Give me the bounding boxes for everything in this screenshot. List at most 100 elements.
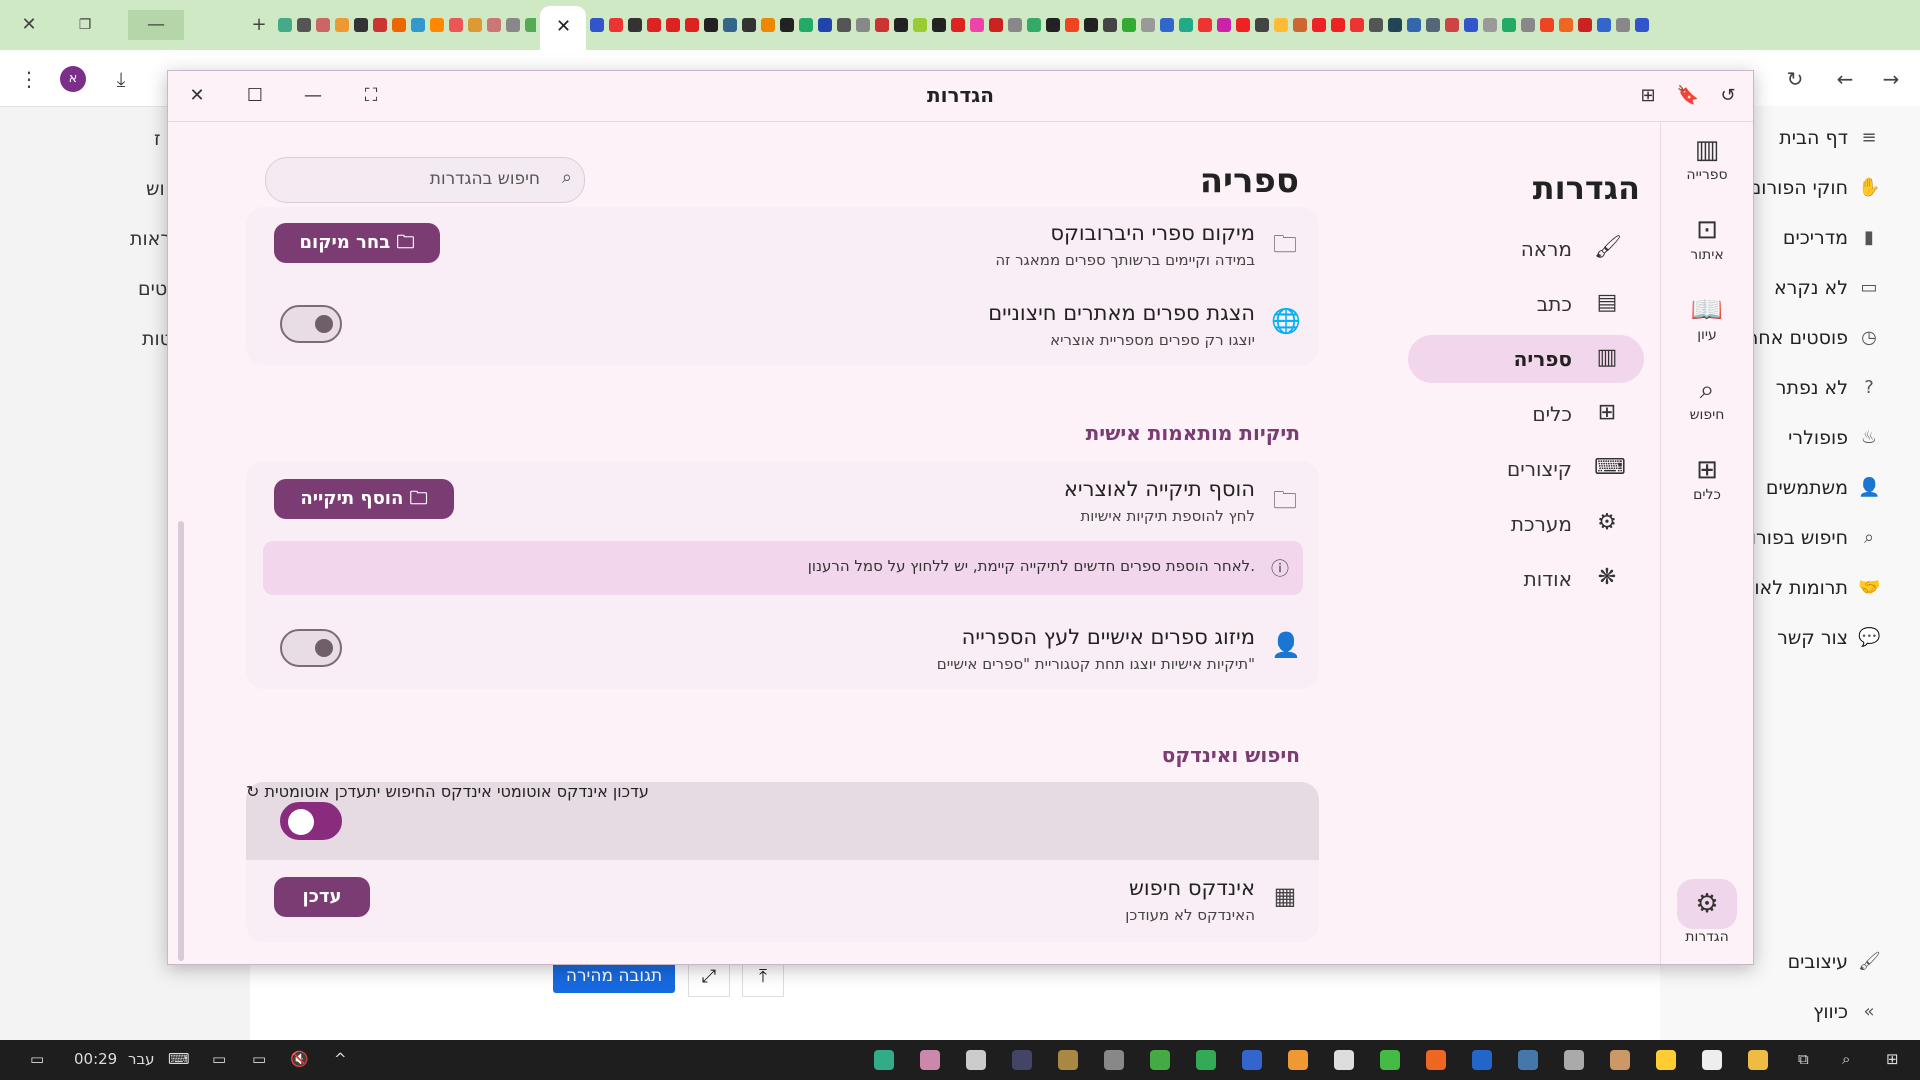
tab-favicon[interactable] (1635, 18, 1649, 32)
tab-favicon[interactable] (1160, 18, 1174, 32)
app-icon[interactable] (1610, 1050, 1630, 1070)
choose-location-button[interactable]: בחר מיקום 🗀 (274, 223, 440, 263)
tab-favicon[interactable] (1255, 18, 1269, 32)
tab-favicon[interactable] (590, 18, 604, 32)
active-tab[interactable]: ✕ (540, 6, 586, 50)
sidebar-item-forum-search[interactable]: חיפוש בפורו ⌕ (1751, 518, 1880, 558)
content-scrollbar[interactable] (178, 521, 184, 961)
settings-search-input[interactable]: חיפוש בהגדרות ⌕ (265, 157, 585, 203)
back-icon[interactable]: ← (1830, 64, 1860, 94)
tab-favicon[interactable] (1103, 18, 1117, 32)
sidebar-item-home[interactable]: דף הבית ≡ (1779, 118, 1880, 158)
category-tools[interactable]: כלים ⊞ (1408, 390, 1644, 438)
add-tab-icon[interactable]: ⊞ (1635, 83, 1661, 109)
sidebar-item-contact[interactable]: צור קשר 💬 (1777, 618, 1880, 658)
app-icon[interactable] (1196, 1050, 1216, 1070)
rail-item-settings[interactable]: ⚙ הגדרות (1661, 879, 1753, 945)
mute-icon[interactable]: 🔇 (290, 1050, 309, 1068)
tab-favicon[interactable] (392, 18, 406, 32)
external-books-toggle[interactable] (280, 305, 342, 343)
tab-favicon[interactable] (1008, 18, 1022, 32)
rail-item-library[interactable]: ▥ ספרייה (1661, 133, 1753, 183)
rail-item-reading[interactable]: 📖 עיון (1661, 293, 1753, 343)
auto-index-toggle[interactable] (280, 802, 342, 840)
sidebar-item-themes[interactable]: עיצובים 🖌 (1788, 942, 1881, 982)
tab-favicon[interactable] (799, 18, 813, 32)
tab-favicon[interactable] (856, 18, 870, 32)
tab-favicon[interactable] (487, 18, 501, 32)
sidebar-item-unread[interactable]: לא נקרא ▭ (1774, 268, 1880, 308)
tab-favicon[interactable] (1084, 18, 1098, 32)
tab-favicon[interactable] (1331, 18, 1345, 32)
tab-favicon[interactable] (468, 18, 482, 32)
forward-icon[interactable]: → (1876, 64, 1906, 94)
tab-favicon[interactable] (335, 18, 349, 32)
tab-favicon[interactable] (525, 18, 536, 32)
tab-favicon[interactable] (647, 18, 661, 32)
tab-favicon[interactable] (761, 18, 775, 32)
tab-favicon[interactable] (1426, 18, 1440, 32)
category-font[interactable]: כתב ▤ (1408, 280, 1644, 328)
tab-favicon[interactable] (1236, 18, 1250, 32)
tab-favicon[interactable] (1179, 18, 1193, 32)
tray-expand-icon[interactable]: ^ (334, 1050, 347, 1068)
minimize-window-icon[interactable]: — (128, 10, 184, 40)
tab-favicon[interactable] (989, 18, 1003, 32)
tab-favicon[interactable] (1293, 18, 1307, 32)
new-tab-button[interactable]: + (244, 10, 274, 40)
tab-favicon[interactable] (1521, 18, 1535, 32)
update-index-button[interactable]: עדכן (274, 877, 370, 917)
tab-favicon[interactable] (1217, 18, 1231, 32)
history-icon[interactable]: ↺ (1715, 83, 1741, 109)
tab-favicon[interactable] (1578, 18, 1592, 32)
tab-favicon[interactable] (685, 18, 699, 32)
input-language[interactable]: עבר (128, 1050, 155, 1068)
sidebar-item-unsolved[interactable]: לא נפתר? (1776, 368, 1880, 408)
app-icon[interactable] (1288, 1050, 1308, 1070)
tab-favicon[interactable] (411, 18, 425, 32)
close-window-icon[interactable]: ✕ (14, 10, 44, 40)
app-icon[interactable] (1656, 1050, 1676, 1070)
file-explorer-icon[interactable] (1748, 1050, 1768, 1070)
search-icon[interactable]: ⌕ (1842, 1050, 1850, 1068)
tab-favicon[interactable] (1027, 18, 1041, 32)
category-system[interactable]: מערכת ⚙ (1408, 500, 1644, 548)
tab-favicon[interactable] (609, 18, 623, 32)
tab-favicon[interactable] (278, 18, 292, 32)
app-icon[interactable] (1012, 1050, 1032, 1070)
sidebar-item-popular[interactable]: פופולרי ♨ (1788, 418, 1880, 458)
tab-favicon[interactable] (1350, 18, 1364, 32)
app-icon[interactable] (1564, 1050, 1584, 1070)
tab-favicon[interactable] (818, 18, 832, 32)
task-view-icon[interactable]: ⧉ (1798, 1050, 1809, 1068)
tab-favicon[interactable] (723, 18, 737, 32)
tab-favicon[interactable] (316, 18, 330, 32)
app-icon[interactable] (1104, 1050, 1124, 1070)
add-folder-button[interactable]: הוסף תיקייה 🗀 (274, 479, 454, 519)
tab-favicon[interactable] (1388, 18, 1402, 32)
tab-favicon[interactable] (1369, 18, 1383, 32)
tab-favicon[interactable] (666, 18, 680, 32)
app-icon[interactable] (1242, 1050, 1262, 1070)
tab-favicon[interactable] (932, 18, 946, 32)
setting-row-auto-index[interactable]: ↻ עדכון אינדקס אוטומטי אינדקס החיפוש יתע… (246, 782, 1319, 860)
notification-icon[interactable]: ▭ (30, 1050, 44, 1068)
tab-favicon[interactable] (970, 18, 984, 32)
sidebar-item-rules[interactable]: חוקי הפורום ✋ (1749, 168, 1881, 208)
tab-favicon[interactable] (1502, 18, 1516, 32)
tab-favicon[interactable] (780, 18, 794, 32)
tab-favicon[interactable] (1445, 18, 1459, 32)
rail-item-search[interactable]: ⌕ חיפוש (1661, 373, 1753, 423)
app-icon[interactable] (1426, 1050, 1446, 1070)
tab-favicon[interactable] (1483, 18, 1497, 32)
sidebar-item-donations[interactable]: תרומות לאוצ 🤝 (1743, 568, 1880, 608)
app-icon[interactable] (920, 1050, 940, 1070)
word-icon[interactable] (1472, 1050, 1492, 1070)
app-icon[interactable] (874, 1050, 894, 1070)
tab-favicon[interactable] (1597, 18, 1611, 32)
chrome-icon[interactable] (1380, 1050, 1400, 1070)
network-icon[interactable]: ▭ (252, 1050, 266, 1068)
chrome-icon[interactable] (1150, 1050, 1170, 1070)
tab-favicon[interactable] (1407, 18, 1421, 32)
tab-favicon[interactable] (628, 18, 642, 32)
